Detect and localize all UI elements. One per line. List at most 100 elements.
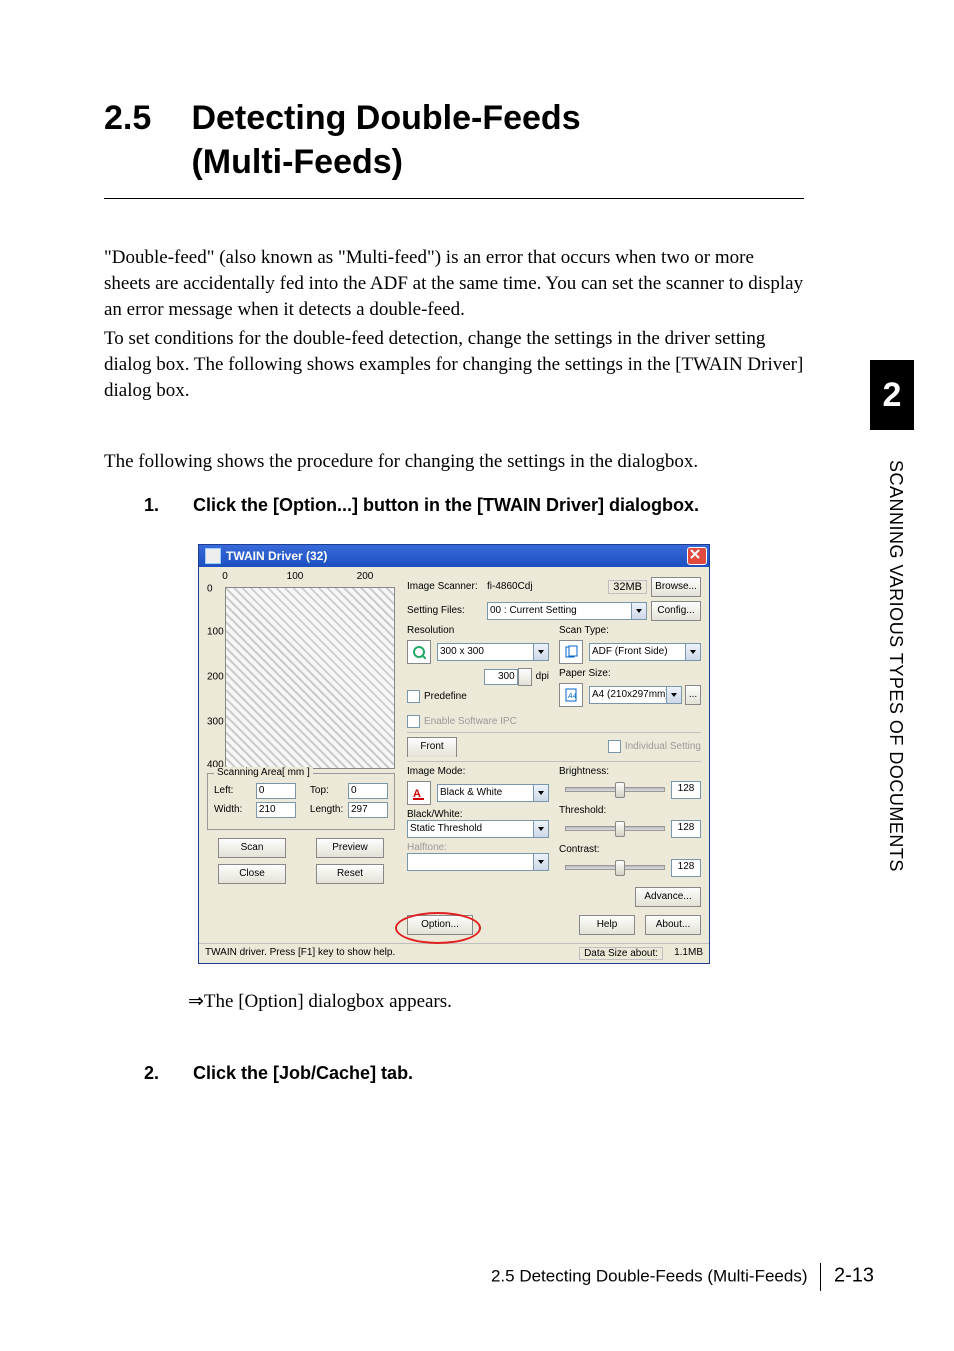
threshold-slider[interactable] bbox=[565, 826, 665, 831]
step-1-text: Click the [Option...] button in the [TWA… bbox=[193, 495, 699, 515]
twain-driver-screenshot: TWAIN Driver (32) 0 100 200 bbox=[198, 544, 710, 964]
chapter-tab: 2 bbox=[870, 360, 914, 430]
bw-value: Static Threshold bbox=[410, 823, 482, 834]
svg-text:A4: A4 bbox=[567, 693, 577, 700]
threshold-label: Threshold: bbox=[559, 805, 701, 816]
scan-type-icon bbox=[559, 640, 583, 664]
scan-type-label: Scan Type: bbox=[559, 625, 701, 636]
bw-label: Black/White: bbox=[407, 809, 549, 820]
window-title: TWAIN Driver (32) bbox=[226, 549, 327, 563]
intro-paragraph-1: "Double-feed" (also known as "Multi-feed… bbox=[104, 245, 804, 322]
page-footer: 2.5 Detecting Double-Feeds (Multi-Feeds)… bbox=[491, 1263, 874, 1291]
data-size-label: Data Size about: bbox=[584, 948, 658, 959]
chevron-down-icon bbox=[533, 785, 548, 801]
image-mode-dropdown[interactable]: Black & White bbox=[437, 784, 549, 802]
footer-section: 2.5 Detecting Double-Feeds (Multi-Feeds) bbox=[491, 1266, 808, 1285]
paper-size-label: Paper Size: bbox=[559, 668, 701, 679]
window-icon bbox=[205, 548, 221, 564]
brightness-slider[interactable] bbox=[565, 787, 665, 792]
enable-ipc-checkbox bbox=[407, 715, 420, 728]
option-highlight-icon bbox=[395, 912, 481, 944]
image-mode-value: Black & White bbox=[440, 787, 502, 798]
scan-type-dropdown[interactable]: ADF (Front Side) bbox=[589, 643, 701, 661]
step-1-result: ⇒The [Option] dialogbox appears. bbox=[188, 990, 804, 1013]
setting-files-label: Setting Files: bbox=[407, 605, 487, 616]
length-label: Length: bbox=[310, 804, 348, 815]
paper-size-dropdown[interactable]: A4 (210x297mm) bbox=[589, 686, 682, 704]
length-field[interactable] bbox=[348, 802, 388, 818]
scan-button[interactable]: Scan bbox=[218, 838, 286, 858]
left-field[interactable] bbox=[256, 783, 296, 799]
individual-label: Individual Setting bbox=[625, 741, 701, 752]
browse-button[interactable]: Browse... bbox=[651, 577, 701, 597]
setting-files-dropdown[interactable]: 00 : Current Setting bbox=[487, 602, 647, 620]
close-button[interactable]: Close bbox=[218, 864, 286, 884]
brightness-value[interactable]: 128 bbox=[671, 781, 701, 799]
advance-button[interactable]: Advance... bbox=[635, 887, 701, 907]
left-label: Left: bbox=[214, 785, 256, 796]
heading-rule bbox=[104, 198, 804, 199]
preview-button[interactable]: Preview bbox=[316, 838, 384, 858]
hruler-200: 200 bbox=[357, 571, 374, 582]
brightness-label: Brightness: bbox=[559, 766, 701, 777]
image-mode-label: Image Mode: bbox=[407, 766, 549, 777]
scan-preview-area[interactable] bbox=[225, 587, 395, 769]
individual-checkbox bbox=[608, 740, 621, 753]
chevron-down-icon bbox=[533, 854, 548, 870]
intro-paragraph-2: To set conditions for the double-feed de… bbox=[104, 326, 804, 403]
vertical-ruler: 0 100 200 300 400 bbox=[207, 587, 225, 767]
section-number: 2.5 bbox=[104, 96, 182, 140]
dpi-field[interactable] bbox=[484, 669, 518, 685]
image-scanner-value: fi-4860Cdj bbox=[487, 581, 608, 592]
step-2-number: 2. bbox=[144, 1063, 188, 1084]
halftone-dropdown bbox=[407, 853, 549, 871]
about-button[interactable]: About... bbox=[645, 915, 701, 935]
chevron-down-icon bbox=[685, 644, 700, 660]
width-label: Width: bbox=[214, 804, 256, 815]
top-field[interactable] bbox=[348, 783, 388, 799]
predefine-checkbox[interactable] bbox=[407, 690, 420, 703]
twain-driver-window: TWAIN Driver (32) 0 100 200 bbox=[198, 544, 710, 964]
config-button[interactable]: Config... bbox=[651, 601, 701, 621]
contrast-label: Contrast: bbox=[559, 844, 701, 855]
chapter-side-label: SCANNING VARIOUS TYPES OF DOCUMENTS bbox=[885, 460, 906, 872]
image-scanner-label: Image Scanner: bbox=[407, 581, 487, 592]
step-2: 2. Click the [Job/Cache] tab. bbox=[144, 1063, 804, 1084]
threshold-value[interactable]: 128 bbox=[671, 820, 701, 838]
dpi-stepper[interactable] bbox=[518, 668, 532, 686]
bw-dropdown[interactable]: Static Threshold bbox=[407, 820, 549, 838]
front-tab[interactable]: Front bbox=[407, 737, 457, 757]
step-1-number: 1. bbox=[144, 495, 188, 516]
data-size-value: 1.1MB bbox=[663, 947, 703, 960]
contrast-value[interactable]: 128 bbox=[671, 859, 701, 877]
vruler-200: 200 bbox=[207, 671, 224, 682]
setting-files-value: 00 : Current Setting bbox=[490, 605, 577, 616]
close-icon[interactable] bbox=[687, 547, 707, 565]
memory-display: 32MB bbox=[608, 580, 647, 594]
step-1: 1. Click the [Option...] button in the [… bbox=[144, 495, 804, 516]
titlebar: TWAIN Driver (32) bbox=[199, 545, 709, 567]
vruler-100: 100 bbox=[207, 626, 224, 637]
scan-type-value: ADF (Front Side) bbox=[592, 646, 668, 657]
scanning-area-group: Scanning Area[ mm ] Left: Top: Width: Le bbox=[207, 773, 395, 830]
chevron-down-icon bbox=[533, 821, 548, 837]
reset-button[interactable]: Reset bbox=[316, 864, 384, 884]
resolution-label: Resolution bbox=[407, 625, 549, 636]
resolution-dropdown[interactable]: 300 x 300 bbox=[437, 643, 549, 661]
resolution-icon bbox=[407, 640, 431, 664]
vruler-300: 300 bbox=[207, 716, 224, 727]
contrast-slider[interactable] bbox=[565, 865, 665, 870]
intro-paragraph-3: The following shows the procedure for ch… bbox=[104, 449, 804, 475]
predefine-label: Predefine bbox=[424, 691, 467, 702]
paper-size-more-button[interactable]: ... bbox=[685, 685, 701, 705]
width-field[interactable] bbox=[256, 802, 296, 818]
chevron-down-icon bbox=[631, 603, 646, 619]
paper-size-icon: A4 bbox=[559, 683, 583, 707]
step-2-text: Click the [Job/Cache] tab. bbox=[193, 1063, 413, 1083]
horizontal-ruler: 0 100 200 bbox=[225, 573, 395, 587]
image-mode-icon: A bbox=[407, 781, 431, 805]
scanning-area-title: Scanning Area[ mm ] bbox=[214, 767, 313, 778]
top-label: Top: bbox=[310, 785, 348, 796]
help-button[interactable]: Help bbox=[579, 915, 635, 935]
resolution-value: 300 x 300 bbox=[440, 646, 484, 657]
